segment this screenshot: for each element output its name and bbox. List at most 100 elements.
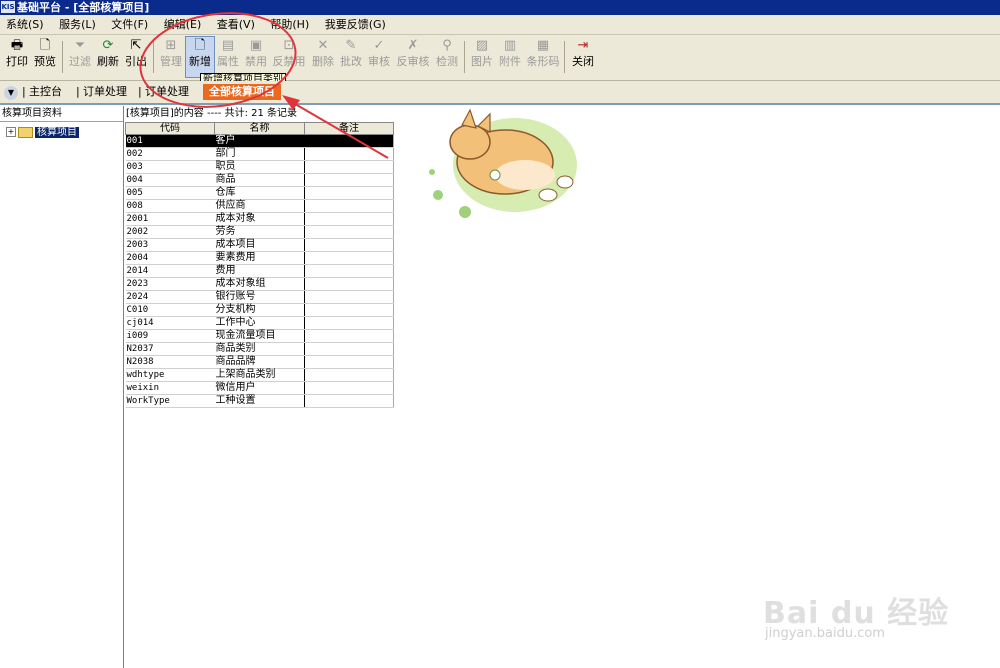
cell-code[interactable]: 2024 (125, 290, 215, 304)
table-row[interactable]: N2037 商品类别 (125, 342, 394, 356)
cell-code[interactable]: 2001 (125, 212, 215, 226)
cell-name[interactable]: 银行账号 (214, 290, 305, 304)
expand-icon[interactable]: + (6, 127, 16, 137)
cell-name[interactable]: 供应商 (214, 199, 305, 213)
menu-system[interactable]: 系统(S) (0, 15, 50, 34)
cell-note[interactable] (304, 329, 394, 343)
cell-note[interactable] (304, 251, 394, 265)
cell-note[interactable] (304, 264, 394, 278)
cell-code[interactable]: 2004 (125, 251, 215, 265)
column-header-name[interactable]: 名称 (214, 122, 305, 135)
table-row[interactable]: 003 职员 (125, 160, 394, 174)
menu-service[interactable]: 服务(L) (53, 15, 102, 34)
cell-name[interactable]: 商品品牌 (214, 355, 305, 369)
cell-code[interactable]: 002 (125, 147, 215, 161)
cell-note[interactable] (304, 342, 394, 356)
cell-code[interactable]: N2037 (125, 342, 215, 356)
cell-name[interactable]: 部门 (214, 147, 305, 161)
print-button[interactable]: 🖶 打印 (3, 37, 31, 77)
cell-name[interactable]: 分支机构 (214, 303, 305, 317)
cell-name[interactable]: 商品 (214, 173, 305, 187)
cell-name[interactable]: 要素费用 (214, 251, 305, 265)
menu-file[interactable]: 文件(F) (105, 15, 154, 34)
cell-note[interactable] (304, 134, 394, 148)
table-row[interactable]: 2003 成本项目 (125, 238, 394, 252)
table-row[interactable]: 008 供应商 (125, 199, 394, 213)
cell-code[interactable]: weixin (125, 381, 215, 395)
table-row[interactable]: 004 商品 (125, 173, 394, 187)
filter-button[interactable]: ⏷ 过滤 (66, 37, 94, 77)
tree-root-label[interactable]: 核算项目 (35, 127, 79, 138)
tab-menu-chevron-icon[interactable]: ▼ (4, 86, 18, 100)
cell-code[interactable]: 2023 (125, 277, 215, 291)
cell-code[interactable]: WorkType (125, 394, 215, 408)
cell-name[interactable]: 成本对象组 (214, 277, 305, 291)
menu-view[interactable]: 查看(V) (211, 15, 261, 34)
cell-name[interactable]: 现金流量项目 (214, 329, 305, 343)
table-row[interactable]: 2002 劳务 (125, 225, 394, 239)
tree-root[interactable]: + 核算项目 (6, 126, 79, 139)
cell-code[interactable]: 004 (125, 173, 215, 187)
table-row[interactable]: 002 部门 (125, 147, 394, 161)
cell-name[interactable]: 劳务 (214, 225, 305, 239)
table-row[interactable]: 2024 银行账号 (125, 290, 394, 304)
property-button[interactable]: ▤ 属性 (214, 37, 242, 77)
cell-code[interactable]: 005 (125, 186, 215, 200)
cell-code[interactable]: N2038 (125, 355, 215, 369)
cell-name[interactable]: 成本项目 (214, 238, 305, 252)
cell-code[interactable]: 008 (125, 199, 215, 213)
unaudit-button[interactable]: ✗ 反审核 (396, 37, 430, 77)
export-button[interactable]: ⇱ 引出 (122, 37, 150, 77)
cell-note[interactable] (304, 394, 394, 408)
cell-note[interactable] (304, 186, 394, 200)
cell-name[interactable]: 成本对象 (214, 212, 305, 226)
close-button[interactable]: ⇥ 关闭 (569, 37, 597, 77)
cell-note[interactable] (304, 316, 394, 330)
delete-button[interactable]: ✕ 删除 (309, 37, 337, 77)
cell-note[interactable] (304, 303, 394, 317)
enable-button[interactable]: ⊡ 反禁用 (272, 37, 306, 77)
cell-name[interactable]: 客户 (214, 134, 305, 148)
refresh-button[interactable]: ⟳ 刷新 (94, 37, 122, 77)
manage-button[interactable]: ⊞ 管理 (157, 37, 185, 77)
column-header-code[interactable]: 代码 (125, 122, 215, 135)
table-row[interactable]: weixin 微信用户 (125, 381, 394, 395)
table-row[interactable]: C010 分支机构 (125, 303, 394, 317)
table-row[interactable]: 2014 费用 (125, 264, 394, 278)
menu-edit[interactable]: 编辑(E) (158, 15, 208, 34)
preview-button[interactable]: 🗋 预览 (31, 37, 59, 77)
cell-note[interactable] (304, 355, 394, 369)
cell-note[interactable] (304, 147, 394, 161)
cell-note[interactable] (304, 199, 394, 213)
cell-note[interactable] (304, 368, 394, 382)
cell-name[interactable]: 上架商品类别 (214, 368, 305, 382)
tab-main-console[interactable]: 主控台 (29, 84, 62, 100)
table-row[interactable]: WorkType 工种设置 (125, 394, 394, 408)
cell-code[interactable]: cj014 (125, 316, 215, 330)
table-row[interactable]: i009 现金流量项目 (125, 329, 394, 343)
cell-note[interactable] (304, 212, 394, 226)
cell-note[interactable] (304, 238, 394, 252)
attachment-button[interactable]: ▥ 附件 (496, 37, 524, 77)
table-row[interactable]: 005 仓库 (125, 186, 394, 200)
cell-name[interactable]: 商品类别 (214, 342, 305, 356)
table-row[interactable]: 2001 成本对象 (125, 212, 394, 226)
cell-name[interactable]: 工作中心 (214, 316, 305, 330)
table-row[interactable]: cj014 工作中心 (125, 316, 394, 330)
disable-button[interactable]: ▣ 禁用 (242, 37, 270, 77)
cell-code[interactable]: 001 (125, 134, 215, 148)
cell-name[interactable]: 微信用户 (214, 381, 305, 395)
barcode-button[interactable]: ▦ 条形码 (526, 37, 560, 77)
cell-note[interactable] (304, 381, 394, 395)
cell-code[interactable]: 003 (125, 160, 215, 174)
table-row[interactable]: 001 客户 (125, 134, 394, 148)
column-header-note[interactable]: 备注 (304, 122, 394, 135)
cell-code[interactable]: 2003 (125, 238, 215, 252)
cell-code[interactable]: 2014 (125, 264, 215, 278)
cell-code[interactable]: i009 (125, 329, 215, 343)
table-row[interactable]: wdhtype 上架商品类别 (125, 368, 394, 382)
cell-name[interactable]: 仓库 (214, 186, 305, 200)
tab-order-processing-1[interactable]: 订单处理 (83, 84, 127, 100)
table-row[interactable]: 2023 成本对象组 (125, 277, 394, 291)
new-button[interactable]: 🗋 新增 (185, 36, 215, 78)
